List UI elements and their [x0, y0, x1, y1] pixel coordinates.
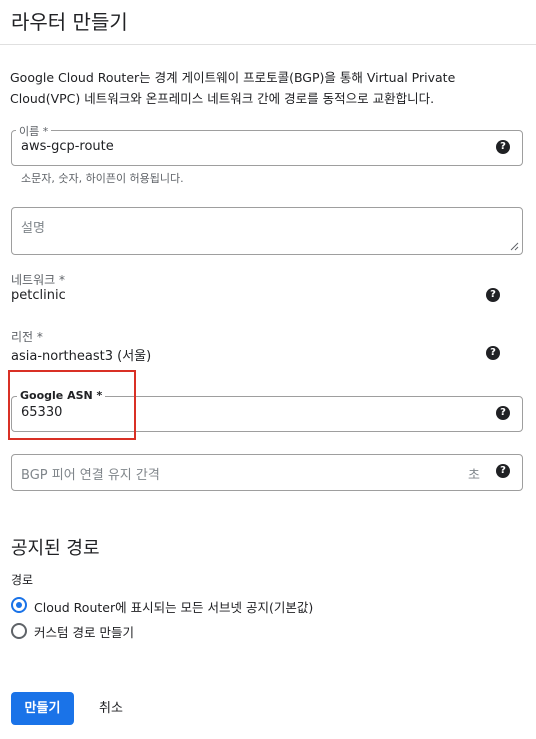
radio-custom-routes-label[interactable]: 커스텀 경로 만들기: [34, 622, 134, 641]
name-input[interactable]: aws-gcp-route: [21, 139, 114, 154]
region-value: asia-northeast3 (서울): [11, 349, 152, 364]
radio-all-subnets-label[interactable]: Cloud Router에 표시되는 모든 서브넷 공지(기본값): [34, 597, 313, 616]
advertised-routes-title: 공지된 경로: [11, 538, 100, 559]
region-label: 리전 *: [11, 330, 43, 344]
network-value: petclinic: [11, 288, 66, 303]
routes-label: 경로: [11, 573, 34, 587]
router-description-text: Google Cloud Router는 경계 게이트웨이 프로토콜(BGP)을…: [10, 70, 456, 106]
seconds-suffix: 초: [468, 468, 480, 483]
help-icon[interactable]: ?: [496, 140, 510, 154]
radio-custom-routes[interactable]: [11, 623, 27, 639]
page-title: 라우터 만들기: [11, 10, 128, 34]
help-icon[interactable]: ?: [486, 346, 500, 360]
name-field-label: 이름 *: [16, 123, 52, 139]
radio-all-subnets[interactable]: [11, 597, 27, 613]
highlight-box: [8, 370, 136, 440]
help-icon[interactable]: ?: [486, 288, 500, 302]
help-icon[interactable]: ?: [496, 406, 510, 420]
help-icon[interactable]: ?: [496, 464, 510, 478]
name-field-hint: 소문자, 숫자, 하이픈이 허용됩니다.: [21, 172, 184, 185]
description-textarea[interactable]: [11, 207, 523, 255]
description-placeholder: 설명: [21, 221, 45, 236]
create-button[interactable]: 만들기: [11, 692, 74, 725]
network-label: 네트워크 *: [11, 273, 65, 287]
cancel-button[interactable]: 취소: [90, 692, 132, 725]
resize-grip-icon[interactable]: [509, 241, 519, 251]
bgp-keepalive-placeholder: BGP 피어 연결 유지 간격: [21, 468, 160, 483]
radio-selected-dot: [16, 602, 22, 608]
